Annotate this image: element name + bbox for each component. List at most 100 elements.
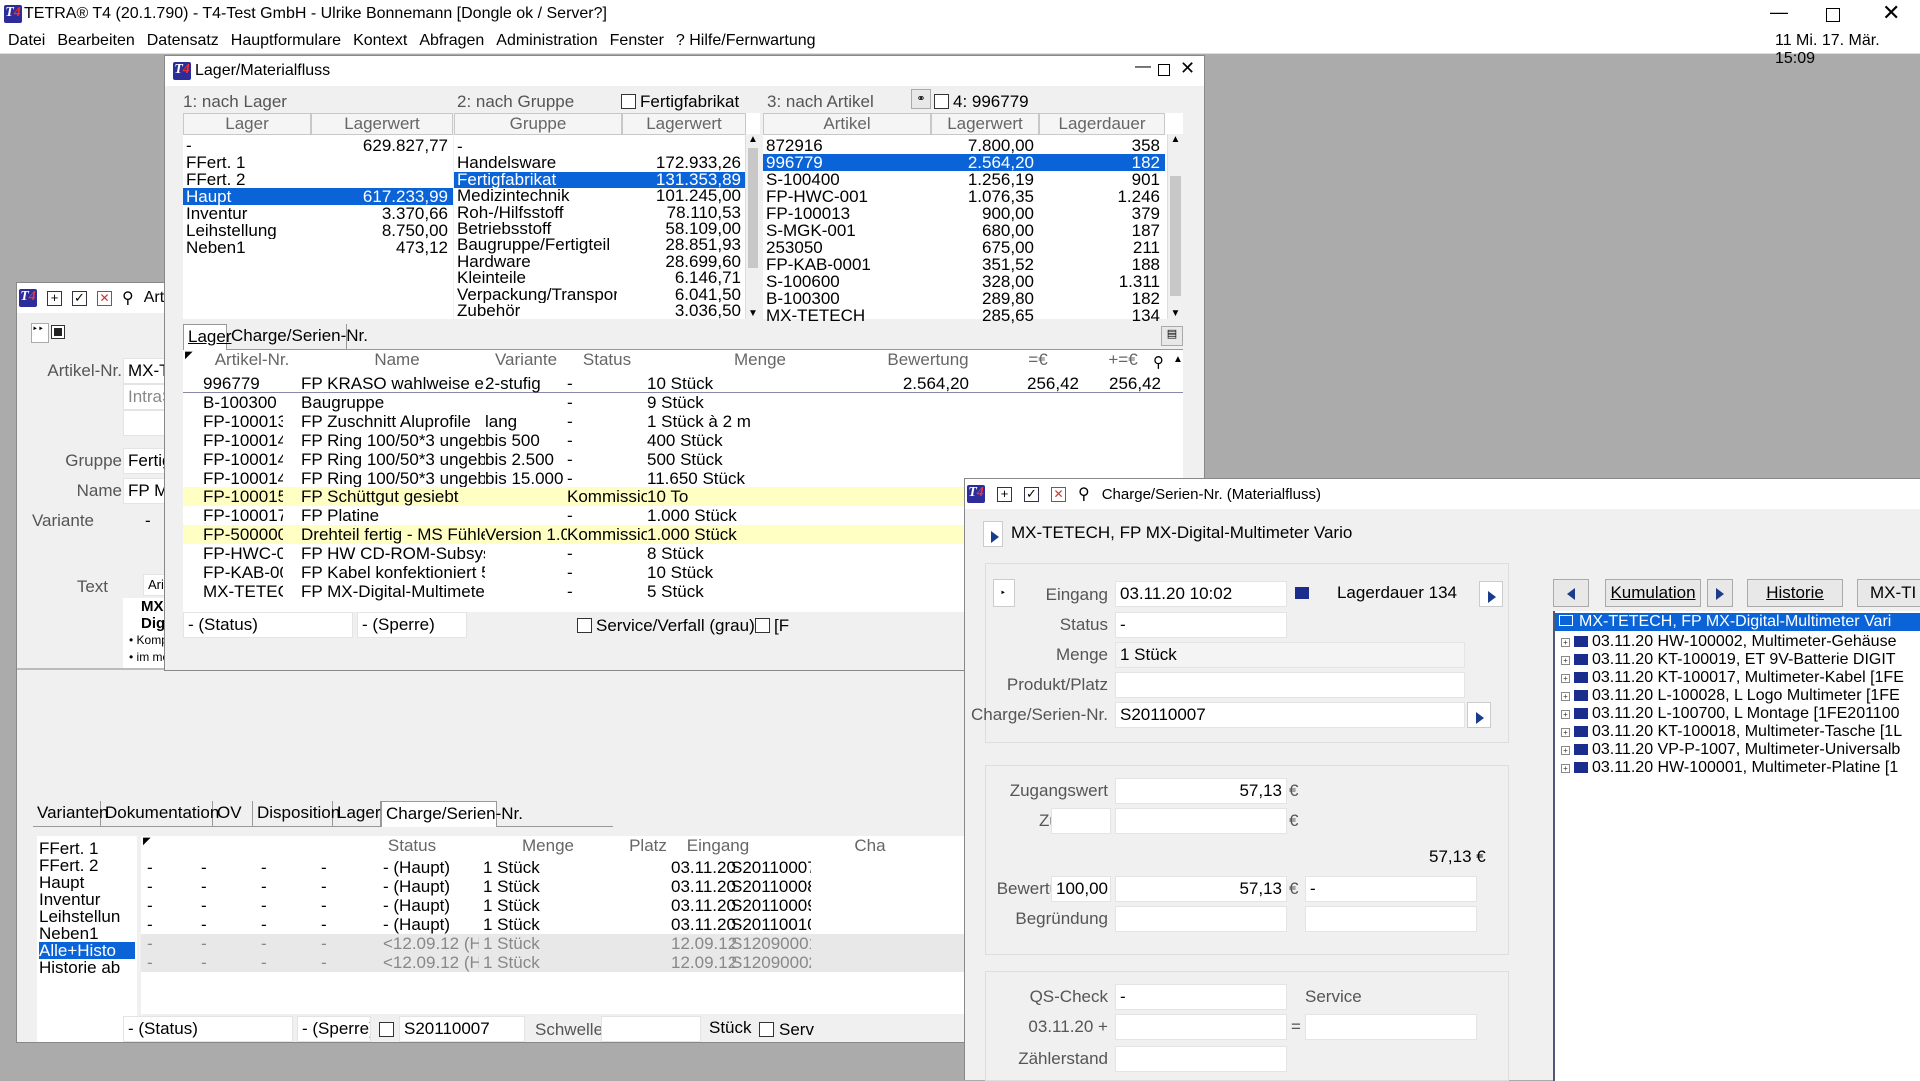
t-artikel-row[interactable]: 996779 2.564,20 182 <box>763 154 1165 171</box>
sec-nach-artikel[interactable]: 3: nach Artikel <box>767 92 874 112</box>
restore-icon[interactable] <box>1826 8 1840 22</box>
t-artikel-row[interactable]: FP-KAB-0001 351,52 188 <box>763 256 1165 273</box>
charge-check-icon[interactable]: ✓ <box>1024 486 1039 502</box>
artikel-scrollbar[interactable]: ▲ ▼ <box>1167 134 1183 319</box>
mx-button[interactable]: MX-TI <box>1857 579 1920 607</box>
zaehler-field[interactable] <box>1115 1046 1287 1072</box>
bewertung-extra-field[interactable]: - <box>1305 876 1477 902</box>
t-gruppe-row[interactable]: Fertigfabrikat 131.353,89 <box>454 171 746 189</box>
serv-checkbox[interactable] <box>759 1022 774 1037</box>
gruppe-scrollbar[interactable]: ▲ ▼ <box>745 134 760 319</box>
expand-icon[interactable]: + <box>1561 656 1570 665</box>
table-row[interactable]: 996779 FP KRASO wahlweise ein- bz2-stufig… <box>183 374 1183 393</box>
sn-field[interactable]: S20110007 <box>1115 702 1465 728</box>
sn-number-field[interactable]: S20110007 <box>399 1016 525 1042</box>
lager-list-item[interactable]: Alle+Histo <box>39 942 135 959</box>
service-verfall-wrap[interactable]: Service/Verfall (grau) <box>577 616 755 636</box>
lager-list-item[interactable]: Leihstellun <box>39 908 135 925</box>
expand-icon[interactable]: + <box>1561 710 1570 719</box>
tree-item[interactable]: +03.11.20 VP-P-1007, Multimeter-Universa… <box>1555 741 1900 759</box>
menu-item-4[interactable]: Kontext <box>353 32 407 50</box>
t-gruppe-header[interactable]: Gruppe <box>454 113 622 135</box>
t-lager-row[interactable]: - 629.827,77 <box>183 137 453 154</box>
t-lager-row[interactable]: FFert. 1 <box>183 154 453 171</box>
detail-header[interactable]: +=€ <box>1093 350 1153 372</box>
lager-list-item[interactable]: Haupt <box>39 874 135 891</box>
detail-header[interactable]: Artikel-Nr. <box>199 350 305 372</box>
table-row[interactable]: FP-100014 FP Ring 100/50*3 ungebohrtbis 2… <box>183 450 1183 469</box>
tree-root[interactable]: MX-TETECH, FP MX-Digital-Multimeter Vari <box>1555 613 1920 631</box>
menu-item-1[interactable]: Bearbeiten <box>57 32 134 50</box>
calendar-icon[interactable] <box>1295 587 1309 599</box>
menu-item-6[interactable]: Administration <box>496 32 597 50</box>
lager-list-item[interactable]: Inventur <box>39 891 135 908</box>
sn-sperre-field[interactable]: - (Sperre) <box>297 1016 371 1042</box>
qsdate-field[interactable] <box>1115 1014 1287 1040</box>
lager-sperre-field[interactable]: - (Sperre) <box>357 612 467 638</box>
expand-icon[interactable]: + <box>1561 746 1570 755</box>
t-lager-row[interactable]: FFert. 2 <box>183 171 453 188</box>
t-gruppe-header[interactable]: Lagerwert <box>622 113 746 135</box>
expand-icon[interactable]: + <box>1561 674 1570 683</box>
table-row[interactable]: - - - - <12.09.12 (H 1 Stück 12.09.12 S12090001 <box>141 934 987 953</box>
detail-header[interactable]: Menge <box>647 350 873 372</box>
zuschlag-field[interactable] <box>1115 808 1287 834</box>
t-gruppe-row[interactable]: Medizintechnik 101.245,00 <box>454 188 746 204</box>
tree-item[interactable]: +03.11.20 KT-100017, Multimeter-Kabel [1… <box>1555 669 1904 687</box>
t-artikel-header[interactable]: Lagerdauer <box>1039 113 1165 135</box>
lager-status-field[interactable]: - (Status) <box>183 612 353 638</box>
export-icon[interactable]: ▤ <box>1161 326 1183 346</box>
sec-nach-lager[interactable]: 1: nach Lager <box>183 92 287 112</box>
t-lager-row[interactable]: Haupt 617.233,99 <box>183 188 453 205</box>
back-button[interactable] <box>1553 579 1589 607</box>
t-lager-header[interactable]: Lager <box>183 113 311 135</box>
menu-item-8[interactable]: ? Hilfe/Fernwartung <box>676 32 816 50</box>
lager-minimize-icon[interactable]: — <box>1135 58 1151 76</box>
sn-next-button[interactable] <box>1467 702 1491 728</box>
lagerdauer-next-button[interactable] <box>1479 581 1503 607</box>
bewertung-field[interactable]: 57,13 <box>1115 876 1287 902</box>
lager-list[interactable]: FFert. 1 FFert. 2 Haupt Inventur Leihstellun… <box>37 836 137 1042</box>
menu-item-5[interactable]: Abfragen <box>419 32 484 50</box>
tree-item[interactable]: +03.11.20 HW-100002, Multimeter-Gehäuse <box>1555 633 1896 651</box>
table-row[interactable]: ----- (Haupt) 1 Stück 03.11.20 S20110010 <box>141 915 987 934</box>
minimize-icon[interactable]: — <box>1770 2 1788 23</box>
eingang-field[interactable]: 03.11.20 10:02 <box>1115 581 1287 607</box>
detail-search-icon[interactable]: ⚲ <box>1153 353 1164 371</box>
extra-wrap[interactable]: [F <box>755 616 789 636</box>
lager-maximize-icon[interactable] <box>1158 64 1170 76</box>
detail-header[interactable]: =€ <box>983 350 1093 372</box>
tab-disposition[interactable]: Disposition <box>253 801 340 827</box>
expand-icon[interactable]: + <box>1561 692 1570 701</box>
tab-lager[interactable]: Lager <box>333 801 381 827</box>
t-artikel-row[interactable]: 253050 675,00 211 <box>763 239 1165 256</box>
lager-tab-1[interactable]: Charge/Serien-Nr. <box>227 324 368 350</box>
sn-header[interactable]: Platz <box>613 836 683 858</box>
t-gruppe-row[interactable]: Zubehör 3.036,50 <box>454 303 746 319</box>
binoculars-icon[interactable]: ⚭ <box>911 89 931 109</box>
t-gruppe-row[interactable]: Handelsware 172.933,26 <box>454 155 746 171</box>
expand-icon[interactable]: + <box>1561 728 1570 737</box>
detail-header[interactable]: Variante <box>485 350 567 372</box>
delete-icon[interactable]: ✕ <box>97 290 112 306</box>
t-gruppe-row[interactable]: Baugruppe/Fertigteil 28.851,93 <box>454 237 746 253</box>
search-icon[interactable]: ⚲ <box>122 288 134 308</box>
close-icon[interactable]: ✕ <box>1882 0 1900 26</box>
expand-icon[interactable]: + <box>1561 638 1570 647</box>
sort-icon[interactable]: ◤ <box>143 836 151 847</box>
stop-button[interactable] <box>51 325 65 339</box>
t-gruppe-row[interactable]: Verpackung/Transport 6.041,50 <box>454 287 746 303</box>
t-artikel-row[interactable]: S-MGK-001 680,00 187 <box>763 222 1165 239</box>
zugang-field[interactable]: 57,13 <box>1115 778 1287 804</box>
schwelle-field[interactable] <box>601 1016 701 1042</box>
sn-checkbox[interactable] <box>379 1022 394 1037</box>
zuschlag-pct-field[interactable] <box>1051 808 1111 834</box>
tree-item[interactable]: +03.11.20 L-100028, L Logo Multimeter [1… <box>1555 687 1900 705</box>
add-icon[interactable]: + <box>47 290 62 306</box>
menu-item-0[interactable]: Datei <box>8 32 45 50</box>
qs-field[interactable]: - <box>1115 984 1287 1010</box>
sn-header[interactable]: Status <box>341 836 483 858</box>
tab-varianten[interactable]: Varianten <box>33 801 109 827</box>
t-lager-header[interactable]: Lagerwert <box>311 113 453 135</box>
lager-tab-0[interactable]: Lager <box>183 324 231 350</box>
